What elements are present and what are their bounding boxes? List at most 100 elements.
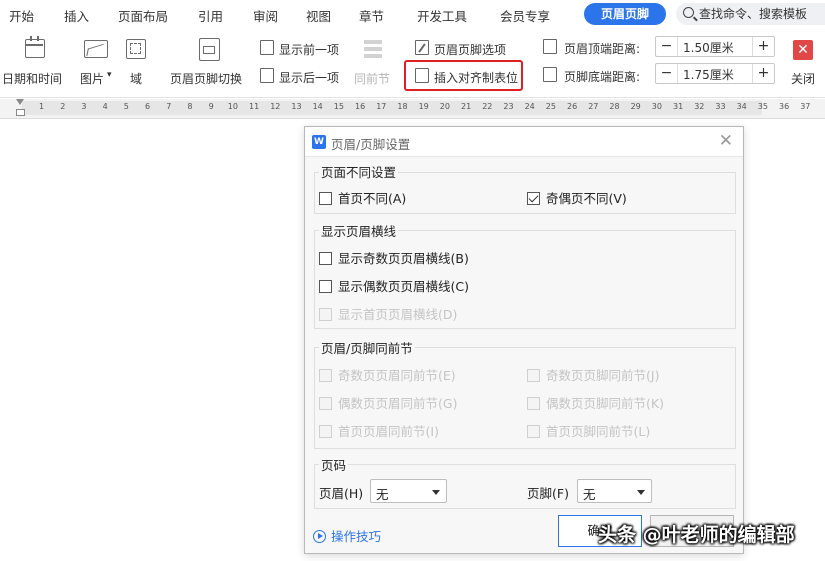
ruler-tick: 18 bbox=[397, 102, 408, 111]
header-distance-label: 页眉顶端距离: bbox=[564, 42, 641, 56]
menu-developer[interactable]: 开发工具 bbox=[417, 6, 467, 25]
ruler-tick: 4 bbox=[102, 102, 108, 111]
close-icon: ✕ bbox=[793, 40, 813, 60]
checkbox-first-page-different[interactable]: 首页不同(A) bbox=[319, 188, 406, 207]
checkbox-box bbox=[319, 369, 332, 382]
checkbox-label: 偶数页页脚同前节(K) bbox=[546, 396, 664, 411]
indent-marker-icon[interactable] bbox=[16, 99, 25, 117]
header-distance-value[interactable]: 1.50厘米 bbox=[683, 39, 734, 56]
checkbox-box[interactable] bbox=[319, 252, 332, 265]
menu-insert[interactable]: 插入 bbox=[64, 6, 89, 25]
footer-page-number-select[interactable]: 无 bbox=[577, 479, 652, 503]
ruler-tick: 11 bbox=[249, 102, 260, 111]
footer-distance-minus[interactable]: − bbox=[656, 64, 678, 83]
checkbox-box bbox=[527, 397, 540, 410]
checkbox-label: 奇偶页不同(V) bbox=[546, 191, 627, 206]
ruler-tick: 20 bbox=[439, 102, 450, 111]
ruler-tick: 36 bbox=[779, 102, 790, 111]
command-search[interactable]: 查找命令、搜索模板 bbox=[676, 3, 825, 25]
checkbox-label: 首页页眉同前节(I) bbox=[338, 424, 439, 439]
checkbox-box bbox=[319, 425, 332, 438]
ruler-tick: 25 bbox=[545, 102, 556, 111]
checkbox-first-header-line: 显示首页页眉横线(D) bbox=[319, 304, 457, 323]
checkbox-label: 显示偶数页页眉横线(C) bbox=[338, 279, 469, 294]
ruler-tick: 27 bbox=[588, 102, 599, 111]
menu-page-layout[interactable]: 页面布局 bbox=[118, 6, 168, 25]
calendar-icon bbox=[25, 36, 45, 58]
menu-review[interactable]: 审阅 bbox=[253, 6, 278, 25]
menu-sections[interactable]: 章节 bbox=[359, 6, 384, 25]
ruler: 1 2 3 4 5 6 7 8 9 10 11 12 13 14 15 16 17 18 19 20 21 22 23 24 2… bbox=[0, 99, 825, 119]
dialog-close-icon[interactable]: ✕ bbox=[719, 131, 733, 151]
ruler-tick: 35 bbox=[757, 102, 768, 111]
date-time-label: 日期和时间 bbox=[2, 72, 63, 86]
search-text: 查找命令、搜索模板 bbox=[699, 7, 808, 21]
same-as-previous-label: 同前节 bbox=[354, 72, 391, 86]
ruler-tick: 10 bbox=[227, 102, 238, 111]
checkbox-box bbox=[527, 425, 540, 438]
checkbox-box[interactable] bbox=[319, 280, 332, 293]
checkbox-label: 奇数页页眉同前节(E) bbox=[338, 368, 456, 383]
footer-distance-value[interactable]: 1.75厘米 bbox=[683, 66, 734, 83]
checkbox-odd-even-different[interactable]: 奇偶页不同(V) bbox=[527, 188, 627, 207]
menu-view[interactable]: 视图 bbox=[306, 6, 331, 25]
ruler-tick: 16 bbox=[355, 102, 366, 111]
ribbon: 日期和时间 图片 ▾ 域 页眉页脚切换 显示前一项 显示后一项 同前节 页眉页脚… bbox=[0, 28, 825, 98]
ruler-tick: 19 bbox=[418, 102, 429, 111]
picture-icon bbox=[84, 40, 108, 58]
ruler-tick: 8 bbox=[187, 102, 193, 111]
ruler-tick: 2 bbox=[60, 102, 66, 111]
ruler-tick: 37 bbox=[800, 102, 811, 111]
checkbox-box bbox=[319, 308, 332, 321]
insert-align-tab-label: 插入对齐制表位 bbox=[434, 71, 519, 85]
group-page-number-title: 页码 bbox=[319, 455, 349, 474]
checkbox-label: 偶数页页眉同前节(G) bbox=[338, 396, 458, 411]
ruler-tick: 29 bbox=[630, 102, 641, 111]
menu-start[interactable]: 开始 bbox=[9, 6, 34, 25]
wps-logo-icon: W bbox=[312, 135, 326, 149]
ruler-tick: 23 bbox=[503, 102, 514, 111]
ruler-tick: 26 bbox=[567, 102, 578, 111]
footer-page-number-value: 无 bbox=[583, 487, 596, 502]
checkbox-box[interactable] bbox=[319, 192, 332, 205]
checkbox-label: 显示首页页眉横线(D) bbox=[338, 307, 458, 322]
picture-label: 图片 bbox=[80, 72, 105, 86]
header-page-number-value: 无 bbox=[376, 487, 389, 502]
tips-link[interactable]: 操作技巧 bbox=[313, 526, 381, 545]
checkbox-odd-header-line[interactable]: 显示奇数页页眉横线(B) bbox=[319, 248, 469, 267]
checkbox-first-header-same: 首页页眉同前节(I) bbox=[319, 421, 439, 440]
menu-bar: 开始 插入 页面布局 引用 审阅 视图 章节 开发工具 会员专享 页眉页脚 查找… bbox=[0, 0, 825, 28]
ruler-tick: 34 bbox=[736, 102, 747, 111]
footer-distance-plus[interactable]: + bbox=[752, 64, 774, 83]
ruler-tick: 12 bbox=[270, 102, 281, 111]
header-distance-minus[interactable]: − bbox=[656, 37, 678, 56]
header-distance-spinner[interactable]: − 1.50厘米 + bbox=[655, 36, 775, 57]
ruler-tick: 7 bbox=[166, 102, 172, 111]
checkbox-box-checked[interactable] bbox=[527, 192, 540, 205]
show-next-icon bbox=[260, 68, 274, 83]
search-icon bbox=[683, 7, 694, 18]
ruler-tick: 24 bbox=[524, 102, 535, 111]
checkbox-even-footer-same: 偶数页页脚同前节(K) bbox=[527, 393, 664, 412]
checkbox-label: 首页页脚同前节(L) bbox=[546, 424, 651, 439]
ruler-tick: 9 bbox=[208, 102, 214, 111]
group-header-lines-title: 显示页眉横线 bbox=[319, 221, 399, 240]
checkbox-first-footer-same: 首页页脚同前节(L) bbox=[527, 421, 650, 440]
tab-header-footer[interactable]: 页眉页脚 bbox=[584, 3, 666, 25]
ruler-tick: 15 bbox=[333, 102, 344, 111]
menu-references[interactable]: 引用 bbox=[198, 6, 223, 25]
close-label: 关闭 bbox=[791, 72, 816, 86]
ruler-tick: 22 bbox=[482, 102, 493, 111]
checkbox-odd-header-same: 奇数页页眉同前节(E) bbox=[319, 365, 456, 384]
checkbox-even-header-line[interactable]: 显示偶数页页眉横线(C) bbox=[319, 276, 469, 295]
menu-member[interactable]: 会员专享 bbox=[500, 6, 550, 25]
checkbox-box bbox=[319, 397, 332, 410]
footer-distance-spinner[interactable]: − 1.75厘米 + bbox=[655, 63, 775, 84]
header-distance-plus[interactable]: + bbox=[752, 37, 774, 56]
ruler-tick: 21 bbox=[461, 102, 472, 111]
dialog-titlebar[interactable]: W 页眉/页脚设置 ✕ bbox=[305, 127, 743, 157]
ruler-tick: 13 bbox=[291, 102, 302, 111]
options-icon bbox=[415, 40, 429, 55]
header-page-number-select[interactable]: 无 bbox=[370, 479, 447, 503]
chevron-down-icon: ▾ bbox=[107, 70, 112, 80]
